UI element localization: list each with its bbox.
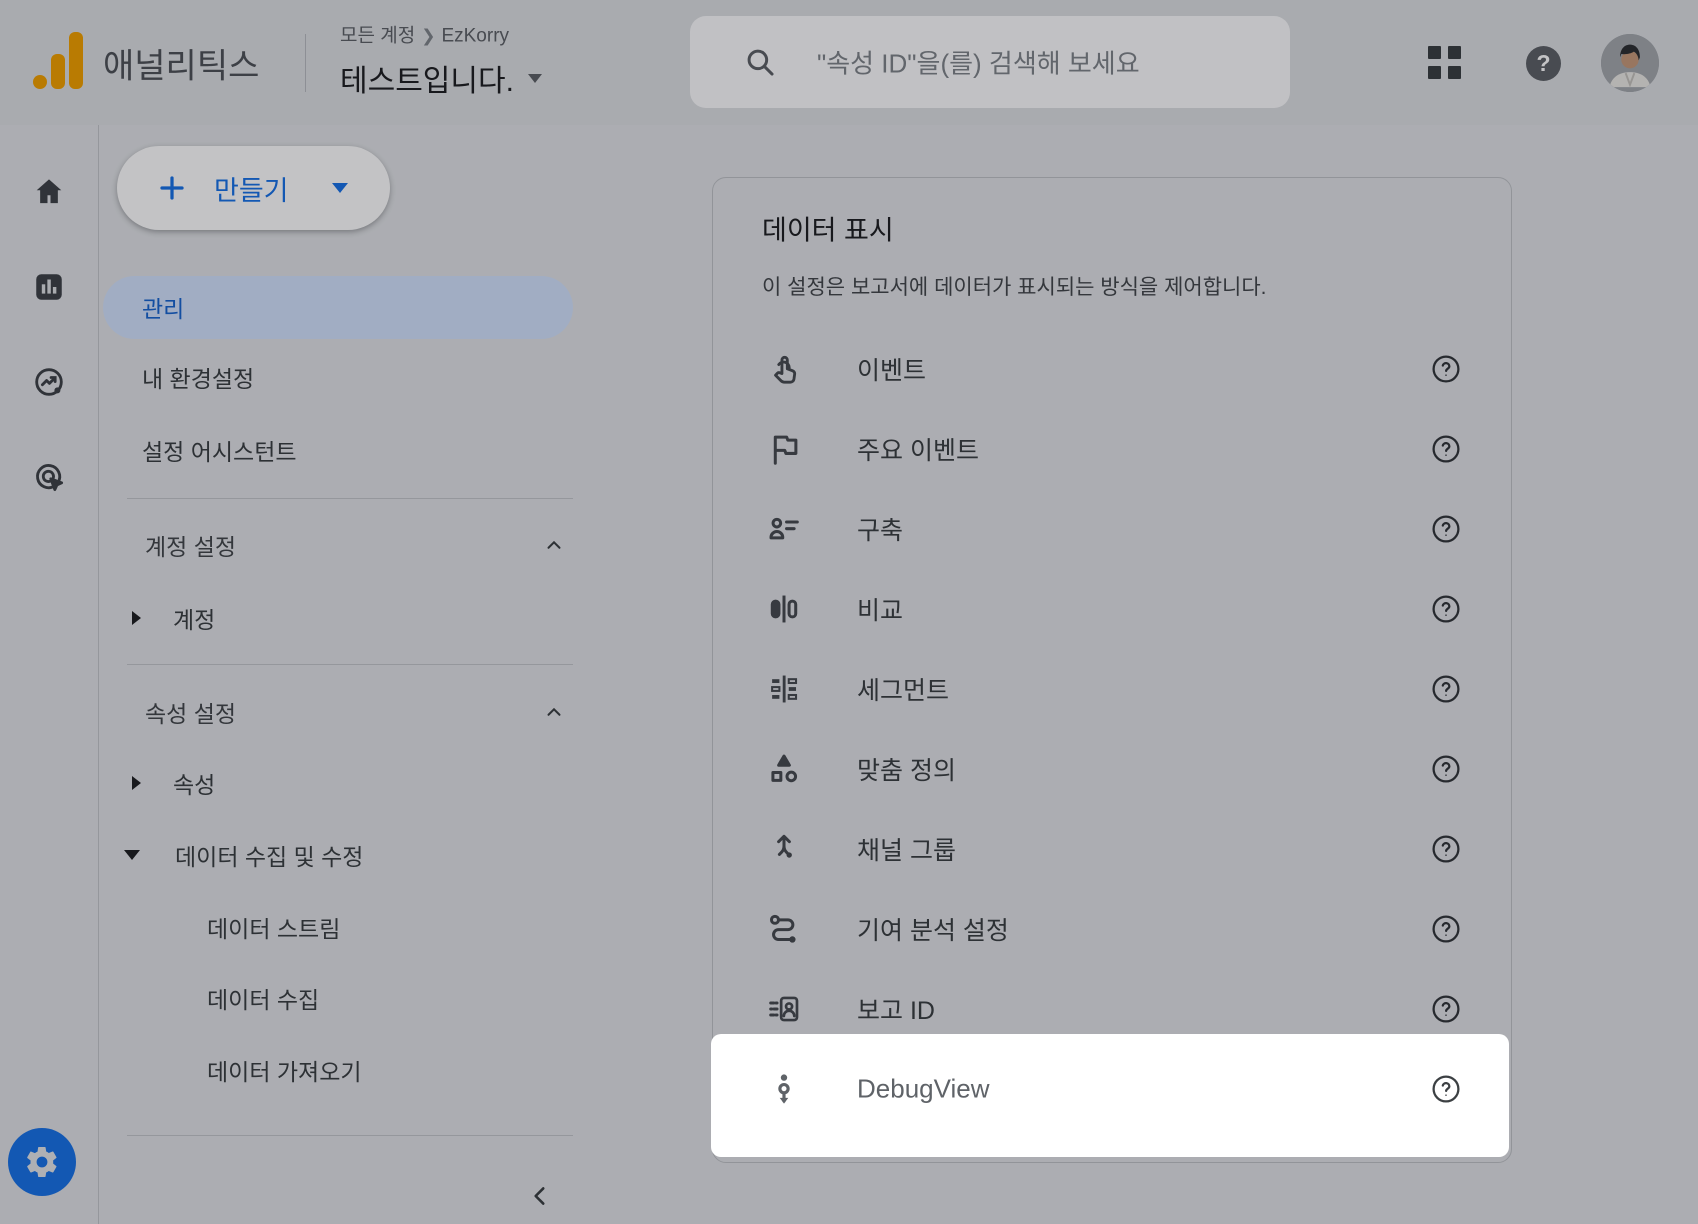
help-circle-icon[interactable] — [1430, 353, 1462, 385]
create-caret-icon[interactable] — [332, 183, 348, 193]
help-circle-icon[interactable] — [1430, 673, 1462, 705]
sidebar-divider — [127, 498, 573, 499]
debugview-icon — [765, 1070, 803, 1108]
expand-account-icon[interactable] — [132, 611, 141, 625]
help-circle-icon[interactable] — [1430, 993, 1462, 1025]
breadcrumb-account[interactable]: EzKorry — [441, 26, 509, 47]
help-circle-icon[interactable] — [1430, 913, 1462, 945]
home-icon[interactable] — [31, 174, 67, 210]
search-icon — [743, 45, 777, 79]
flag-icon — [765, 430, 803, 468]
property-switcher[interactable]: 테스트입니다. — [340, 56, 542, 100]
sidebar-divider — [127, 664, 573, 665]
breadcrumb[interactable]: 모든 계정❯EzKorry — [340, 21, 509, 48]
collapse-data-collection-icon[interactable] — [124, 850, 140, 860]
sidebar-item-data-collection-group[interactable]: 데이터 수집 및 수정 — [175, 838, 363, 872]
help-circle-icon[interactable] — [1430, 833, 1462, 865]
create-button-label: 만들기 — [214, 169, 289, 208]
help-circle-icon[interactable] — [1430, 513, 1462, 545]
chevron-up-icon[interactable] — [543, 534, 565, 556]
collapse-sidebar-icon[interactable] — [527, 1183, 553, 1209]
breadcrumb-chevron-icon: ❯ — [415, 27, 441, 46]
data-display-card — [712, 177, 1512, 1163]
channel-group-icon — [765, 830, 803, 868]
row-label-comparisons[interactable]: 비교 — [857, 591, 903, 627]
sidebar-item-data-import[interactable]: 데이터 가져오기 — [207, 1053, 362, 1087]
breadcrumb-all-accounts[interactable]: 모든 계정 — [340, 26, 415, 47]
sidebar-item-admin-label[interactable]: 관리 — [142, 290, 184, 324]
ga-admin-page: 애널리틱스 모든 계정❯EzKorry 테스트입니다. "속성 ID"을(를) … — [0, 0, 1698, 1224]
advertising-icon[interactable] — [31, 364, 67, 400]
debugview-spotlight — [711, 1034, 1509, 1157]
row-label-reporting-identity[interactable]: 보고 ID — [857, 991, 935, 1027]
rail-divider — [98, 125, 99, 1224]
property-caret-icon — [528, 74, 542, 83]
card-description: 이 설정은 보고서에 데이터가 표시되는 방식을 제어합니다. — [762, 271, 1267, 301]
explore-icon[interactable] — [31, 459, 67, 495]
sidebar-item-my-preferences[interactable]: 내 환경설정 — [142, 360, 254, 394]
tap-icon — [765, 350, 803, 388]
sidebar-item-property[interactable]: 속성 — [173, 766, 215, 800]
row-label-channel-groups[interactable]: 채널 그룹 — [857, 831, 956, 867]
search-input[interactable]: "속성 ID"을(를) 검색해 보세요 — [817, 44, 1140, 81]
help-circle-icon[interactable] — [1430, 593, 1462, 625]
avatar-portrait-icon — [1601, 34, 1659, 92]
segment-icon — [765, 670, 803, 708]
sidebar-item-data-collection[interactable]: 데이터 수집 — [207, 981, 319, 1015]
create-button[interactable]: 만들기 — [117, 146, 390, 230]
chevron-up-icon[interactable] — [543, 701, 565, 723]
search-bar[interactable]: "속성 ID"을(를) 검색해 보세요 — [690, 16, 1290, 108]
compare-icon — [765, 590, 803, 628]
reports-icon[interactable] — [31, 269, 67, 305]
help-icon: ? — [1536, 50, 1550, 77]
card-title: 데이터 표시 — [762, 209, 894, 248]
help-button[interactable]: ? — [1526, 46, 1561, 81]
row-label-attribution-settings[interactable]: 기여 분석 설정 — [857, 911, 1009, 947]
sidebar-item-account[interactable]: 계정 — [173, 601, 215, 635]
audience-icon — [765, 510, 803, 548]
attribution-icon — [765, 910, 803, 948]
app-header: 애널리틱스 모든 계정❯EzKorry 테스트입니다. "속성 ID"을(를) … — [0, 0, 1698, 125]
help-circle-icon[interactable] — [1430, 433, 1462, 465]
help-circle-icon[interactable] — [1430, 753, 1462, 785]
row-label-key-events[interactable]: 주요 이벤트 — [857, 431, 979, 467]
sidebar-item-setup-assistant[interactable]: 설정 어시스턴트 — [142, 433, 297, 467]
sidebar-divider — [127, 1135, 573, 1136]
row-label-segments[interactable]: 세그먼트 — [857, 671, 949, 707]
brand-title: 애널리틱스 — [103, 39, 259, 88]
row-label-events[interactable]: 이벤트 — [857, 351, 926, 387]
row-label-custom-definitions[interactable]: 맞춤 정의 — [857, 751, 956, 787]
property-name[interactable]: 테스트입니다. — [340, 56, 514, 100]
plus-icon — [157, 173, 187, 203]
user-avatar[interactable] — [1601, 34, 1659, 92]
org-links-grid-icon[interactable] — [1428, 46, 1462, 80]
row-label-audiences[interactable]: 구축 — [857, 511, 903, 547]
gear-icon — [24, 1144, 60, 1180]
admin-gear-button[interactable] — [8, 1128, 76, 1196]
row-label-debugview[interactable]: DebugView — [857, 1074, 990, 1105]
header-divider — [305, 34, 306, 92]
expand-property-icon[interactable] — [132, 776, 141, 790]
section-account-settings-label[interactable]: 계정 설정 — [145, 528, 236, 562]
sidebar-item-data-streams[interactable]: 데이터 스트림 — [207, 910, 340, 944]
reporting-id-icon — [765, 990, 803, 1028]
help-circle-icon[interactable] — [1430, 1073, 1462, 1105]
section-property-settings-label[interactable]: 속성 설정 — [145, 695, 236, 729]
custom-definitions-icon — [765, 750, 803, 788]
